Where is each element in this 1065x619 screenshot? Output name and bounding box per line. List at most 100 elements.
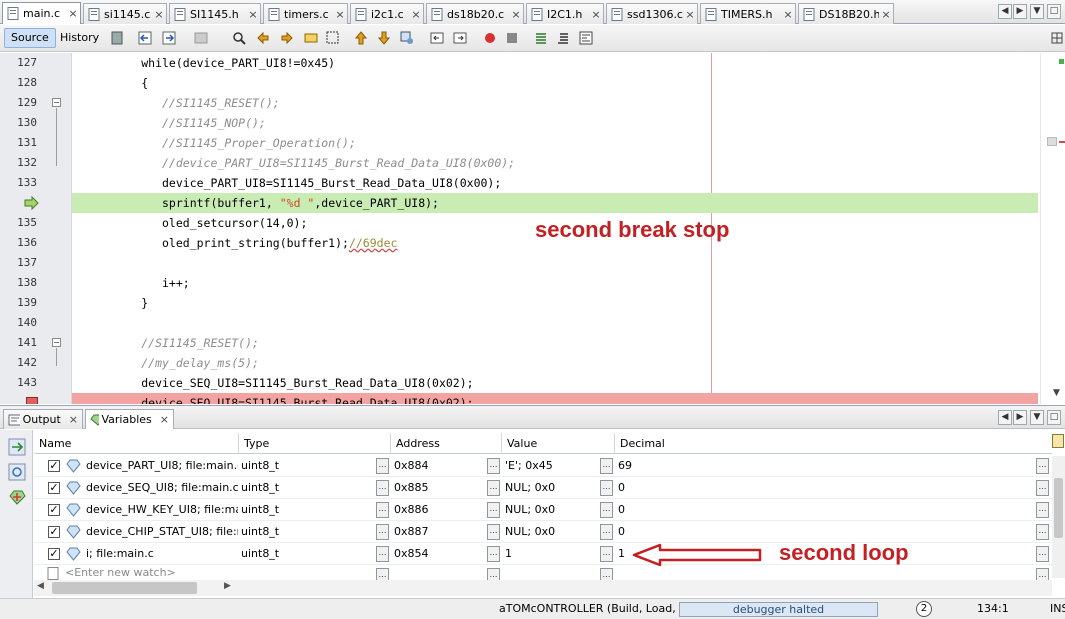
- previous-bookmark-icon[interactable]: [354, 31, 368, 45]
- uncomment-icon[interactable]: [556, 31, 570, 45]
- find-previous-icon[interactable]: [256, 31, 270, 45]
- edit-address-button[interactable]: …: [487, 502, 500, 518]
- edit-value-button[interactable]: …: [600, 502, 613, 518]
- project-status[interactable]: aTOMcONTROLLER (Build, Load, ...): [499, 602, 694, 615]
- edit-decimal-button[interactable]: …: [1036, 568, 1049, 580]
- tab-list-dropdown-icon[interactable]: ▼: [1030, 4, 1044, 19]
- horizontal-scroll-thumb[interactable]: [52, 582, 197, 594]
- code-line[interactable]: 139 }: [0, 293, 1040, 313]
- variable-value[interactable]: NUL; 0x0: [505, 499, 595, 521]
- edit-address-button[interactable]: …: [487, 480, 500, 496]
- watch-enabled-checkbox[interactable]: ✓: [48, 504, 60, 516]
- watch-enabled-checkbox[interactable]: ✓: [48, 460, 60, 472]
- tab-si1145-c[interactable]: si1145.c ×: [83, 3, 167, 24]
- forward-icon[interactable]: [162, 31, 176, 45]
- new-watch-row[interactable]: <Enter new watch> … … … …: [34, 565, 1052, 580]
- edit-type-button[interactable]: …: [376, 568, 389, 580]
- variable-value[interactable]: 'E'; 0x45: [505, 455, 595, 477]
- tab-main-c[interactable]: main.c ×: [2, 2, 81, 24]
- column-chooser-icon[interactable]: [1052, 434, 1064, 448]
- scroll-down-icon[interactable]: ▼: [1053, 388, 1060, 398]
- edit-address-button[interactable]: …: [487, 568, 500, 580]
- scroll-left-icon[interactable]: ◀: [37, 581, 44, 591]
- close-icon[interactable]: ×: [409, 8, 423, 21]
- maximize-window-icon[interactable]: □: [1047, 4, 1061, 19]
- edit-type-button[interactable]: …: [376, 524, 389, 540]
- edit-address-button[interactable]: …: [487, 524, 500, 540]
- edit-value-button[interactable]: …: [600, 480, 613, 496]
- tab-ds18b20-h[interactable]: DS18B20.h ×: [798, 3, 894, 24]
- scroll-tabs-right-icon[interactable]: ▶: [1013, 410, 1027, 425]
- tab-list-dropdown-icon[interactable]: ▼: [1030, 410, 1044, 425]
- code-line[interactable]: 142 //my_delay_ms(5);: [0, 353, 1040, 373]
- vertical-scroll-thumb[interactable]: [1054, 478, 1063, 538]
- variable-decimal[interactable]: 0: [618, 499, 718, 521]
- comment-icon[interactable]: [534, 31, 548, 45]
- column-header-type[interactable]: Type: [239, 433, 391, 454]
- fold-toggle-icon[interactable]: −: [52, 98, 61, 107]
- current-execution-line[interactable]: sprintf(buffer1, "%d ",device_PART_UI8);: [0, 193, 1040, 213]
- column-header-address[interactable]: Address: [391, 433, 502, 454]
- close-icon[interactable]: ×: [246, 8, 260, 21]
- code-line[interactable]: 131 //SI1145_Proper_Operation();: [0, 133, 1040, 153]
- split-editor-icon[interactable]: [1050, 31, 1064, 45]
- find-icon[interactable]: [232, 31, 246, 45]
- scroll-tabs-left-icon[interactable]: ◀: [998, 410, 1012, 425]
- scroll-right-icon[interactable]: ▶: [224, 581, 231, 591]
- edit-decimal-button[interactable]: …: [1036, 546, 1049, 562]
- tab-si1145-h[interactable]: SI1145.h ×: [169, 3, 261, 24]
- variables-vertical-scrollbar[interactable]: [1052, 456, 1065, 578]
- watch-row[interactable]: ✓ device_PART_UI8; file:main.c uint8_t ……: [34, 455, 1052, 477]
- column-header-name[interactable]: Name: [34, 433, 239, 454]
- variable-value[interactable]: NUL; 0x0: [505, 521, 595, 543]
- edit-value-button[interactable]: …: [600, 546, 613, 562]
- variable-value[interactable]: 1: [505, 543, 595, 565]
- new-watch-icon[interactable]: [8, 488, 26, 506]
- scroll-tabs-left-icon[interactable]: ◀: [998, 4, 1012, 19]
- close-icon[interactable]: ×: [683, 8, 697, 21]
- code-line[interactable]: 132 //device_PART_UI8=SI1145_Burst_Read_…: [0, 153, 1040, 173]
- tab-i2c1-c[interactable]: i2c1.c ×: [350, 3, 424, 24]
- code-line[interactable]: 137: [0, 253, 1040, 273]
- close-icon[interactable]: ×: [160, 413, 169, 426]
- close-icon[interactable]: ×: [66, 7, 80, 20]
- column-header-decimal[interactable]: Decimal: [615, 433, 1052, 454]
- breakpoint-icon[interactable]: [26, 397, 38, 404]
- tab-output[interactable]: Output ×: [3, 409, 83, 429]
- source-view-button[interactable]: Source: [4, 28, 56, 48]
- scroll-tabs-right-icon[interactable]: ▶: [1013, 4, 1027, 19]
- edit-type-button[interactable]: …: [376, 546, 389, 562]
- tab-ds18b20-c[interactable]: ds18b20.c ×: [426, 3, 524, 24]
- code-line[interactable]: 133 device_PART_UI8=SI1145_Burst_Read_Da…: [0, 173, 1040, 193]
- watch-settings-icon[interactable]: [8, 463, 26, 481]
- close-icon[interactable]: ×: [152, 8, 166, 21]
- format-icon[interactable]: [579, 31, 593, 45]
- edit-decimal-button[interactable]: …: [1036, 458, 1049, 474]
- watch-enabled-checkbox[interactable]: ✓: [48, 548, 60, 560]
- tab-variables[interactable]: Variables ×: [85, 409, 174, 429]
- close-icon[interactable]: ×: [509, 8, 523, 21]
- next-bookmark-icon[interactable]: [377, 31, 391, 45]
- watch-row[interactable]: ✓ i; file:main.c uint8_t … 0x854 … 1 … 1…: [34, 540, 1052, 567]
- code-line[interactable]: 136 oled_print_string(buffer1);//69dec: [0, 233, 1040, 253]
- last-edit-icon[interactable]: [110, 31, 124, 45]
- code-line[interactable]: 128 {: [0, 73, 1040, 93]
- edit-type-button[interactable]: …: [376, 458, 389, 474]
- close-icon[interactable]: ×: [781, 8, 795, 21]
- edit-decimal-button[interactable]: …: [1036, 502, 1049, 518]
- close-icon[interactable]: ×: [69, 413, 78, 426]
- code-line[interactable]: 138 i++;: [0, 273, 1040, 293]
- edit-address-button[interactable]: …: [487, 458, 500, 474]
- add-watch-icon[interactable]: [8, 438, 26, 456]
- shift-right-icon[interactable]: [453, 31, 467, 45]
- edit-type-button[interactable]: …: [376, 480, 389, 496]
- watch-enabled-checkbox[interactable]: ✓: [48, 482, 60, 494]
- code-line[interactable]: 135 oled_setcursor(14,0);: [0, 213, 1040, 233]
- tab-timers-c[interactable]: timers.c ×: [263, 3, 348, 24]
- tab-i2c1-h[interactable]: I2C1.h ×: [526, 3, 604, 24]
- toggle-highlight-icon[interactable]: [304, 31, 318, 45]
- edit-value-button[interactable]: …: [600, 524, 613, 540]
- breakpoint-line[interactable]: device_SEQ_UI8=SI1145_Burst_Read_Data_UI…: [0, 393, 1040, 404]
- variable-decimal[interactable]: 69: [618, 455, 718, 477]
- new-watch-input[interactable]: <Enter new watch>: [65, 565, 215, 580]
